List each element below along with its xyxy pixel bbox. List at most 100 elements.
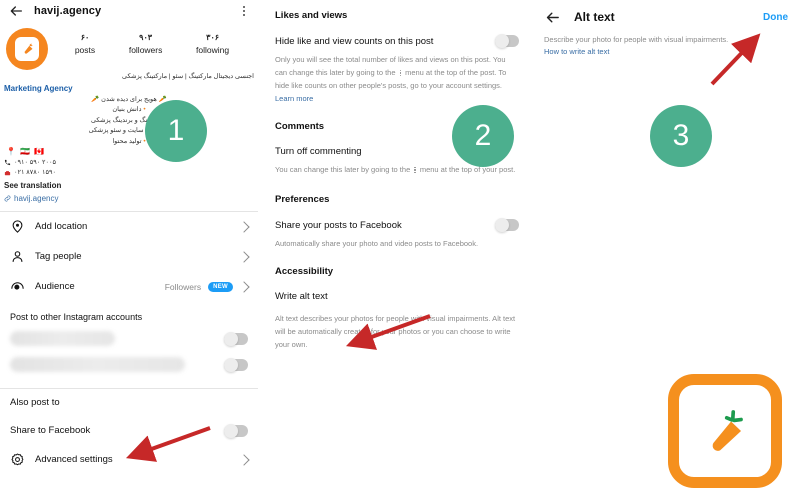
bio-phone-text: ۰۲۱ ۸۷۸۰ ۱۵۹۰	[14, 169, 57, 176]
commenting-description-b: menu at the top of your post.	[419, 165, 516, 174]
bio-phone-primary: ۰۹۱۰ ۵۹۰ ۲۰۰۵	[4, 158, 254, 169]
stat-posts[interactable]: ۶۰ posts	[75, 32, 95, 56]
kebab-menu-icon	[414, 166, 416, 174]
new-badge: NEW	[208, 281, 233, 292]
account-toggle[interactable]	[224, 357, 248, 372]
also-post-to-title: Also post to	[0, 389, 258, 417]
bio-phone-secondary: ۰۲۱ ۸۷۸۰ ۱۵۹۰	[4, 168, 254, 179]
accessibility-heading: Accessibility	[275, 266, 334, 277]
profile-bio: اجنسی دیجیتال مارکتینگ | سئو | مارکتینگ …	[0, 70, 258, 205]
other-accounts-title: Post to other Instagram accounts	[10, 311, 143, 322]
step-badge-2: 2	[452, 105, 514, 167]
alt-text-title: Alt text	[574, 10, 615, 24]
bio-bullet-item: • تولید محتوا	[112, 137, 146, 145]
bio-bullet-text: تولید محتوا	[112, 137, 142, 145]
row-add-location[interactable]: Add location	[0, 212, 258, 242]
row-write-alt-text[interactable]: Write alt text	[275, 291, 519, 302]
step-badge-1: 1	[145, 100, 207, 162]
arrow-left-icon[interactable]	[544, 9, 560, 25]
profile-link[interactable]: havij.agency	[4, 192, 254, 205]
phone-icon	[4, 160, 11, 166]
link-icon	[4, 195, 11, 201]
see-translation-link[interactable]: See translation	[4, 179, 254, 192]
learn-more-link[interactable]: Learn more	[275, 94, 519, 103]
preferences-heading: Preferences	[275, 194, 330, 205]
stat-label: posts	[74, 45, 96, 55]
arrow-left-icon[interactable]	[8, 3, 24, 19]
bio-bullet-item: • طراحی سایت و سئو پزشکی	[4, 126, 254, 137]
share-facebook-toggle[interactable]	[224, 423, 248, 438]
stat-number: ۶۰	[80, 33, 90, 42]
share-facebook-label: Share to Facebook	[10, 425, 91, 436]
redacted-account-name	[10, 357, 185, 372]
row-right	[238, 250, 250, 263]
stat-number: ۳۰۶	[206, 33, 220, 42]
annotation-arrow-done	[710, 33, 761, 86]
bio-tagline: 🥕 هویج برای دیده شدن 🥕	[91, 95, 167, 103]
telephone-icon	[4, 170, 11, 175]
blurred-account-row[interactable]	[0, 326, 258, 352]
bio-flags: 📍 🇮🇷 🇨🇦	[6, 147, 46, 156]
audience-icon	[10, 279, 25, 294]
share-posts-fb-label: Share your posts to Facebook	[275, 219, 402, 231]
write-alt-text-label: Write alt text	[275, 291, 328, 302]
bio-bullet-item: • مارکتینگ و برندینگ پزشکی	[4, 116, 254, 127]
stat-label: following	[196, 45, 230, 55]
bio-bullet-item: • دانش بنیان	[112, 106, 146, 113]
bio-category: Marketing Agency	[4, 83, 73, 93]
turn-off-commenting-label: Turn off commenting	[275, 146, 362, 157]
row-right	[238, 220, 250, 233]
advanced-settings-label: Advanced settings	[35, 454, 113, 465]
profile-header: ۶۰ posts ۹۰۳ followers ۳۰۶ following	[0, 22, 258, 70]
profile-link-text: havij.agency	[14, 193, 59, 203]
bio-headline: اجنسی دیجیتال مارکتینگ | سئو | مارکتینگ …	[122, 73, 254, 80]
account-toggle[interactable]	[224, 331, 248, 346]
stat-following[interactable]: ۳۰۶ following	[196, 32, 229, 56]
profile-stats: ۶۰ posts ۹۰۳ followers ۳۰۶ following	[48, 26, 252, 56]
chevron-right-icon	[238, 453, 250, 466]
bio-phone-text: ۰۹۱۰ ۵۹۰ ۲۰۰۵	[14, 158, 57, 166]
row-label: Tag people	[35, 251, 82, 262]
done-button[interactable]: Done	[763, 12, 788, 23]
row-tag-people[interactable]: Tag people	[0, 242, 258, 272]
blurred-account-row[interactable]	[0, 352, 258, 378]
row-audience[interactable]: Audience Followers NEW	[0, 272, 258, 302]
hide-counts-label: Hide like and view counts on this post	[275, 35, 434, 47]
row-right	[238, 453, 250, 466]
panel1-topbar: havij.agency	[0, 0, 258, 22]
row-hide-like-counts[interactable]: Hide like and view counts on this post	[275, 34, 519, 48]
gear-icon	[10, 452, 25, 467]
row-label: Add location	[35, 221, 88, 232]
chevron-right-icon	[238, 280, 250, 293]
kebab-menu-icon[interactable]	[238, 4, 250, 18]
row-right: Followers NEW	[164, 280, 250, 293]
step-badge-3: 3	[650, 105, 712, 167]
stat-number: ۹۰۳	[139, 33, 153, 42]
stat-followers[interactable]: ۹۰۳ followers	[129, 32, 163, 56]
carrot-logo-watermark	[668, 374, 782, 488]
chevron-right-icon	[238, 220, 250, 233]
annotation-arrow-write-alt-text	[345, 314, 431, 350]
row-share-posts-to-facebook[interactable]: Share your posts to Facebook	[275, 218, 519, 232]
avatar-inner-mark	[15, 37, 39, 61]
share-posts-fb-toggle[interactable]	[495, 218, 519, 232]
bio-bullet-text: دانش بنیان	[112, 106, 142, 113]
chevron-right-icon	[238, 250, 250, 263]
screenshot-stage: havij.agency ۶۰ posts ۹۰۳ followers ۳۰۶ …	[0, 0, 800, 500]
panel2-content: Likes and views Hide like and view count…	[266, 0, 528, 351]
person-icon	[10, 249, 25, 264]
hide-counts-toggle[interactable]	[495, 34, 519, 48]
share-posts-fb-description: Automatically share your photo and video…	[275, 239, 479, 248]
redacted-account-name	[10, 331, 115, 346]
row-label: Audience	[35, 281, 75, 292]
page-title: havij.agency	[34, 5, 102, 17]
carrot-logo-avatar[interactable]	[6, 28, 48, 70]
panel-advanced-settings: Likes and views Hide like and view count…	[266, 0, 528, 500]
also-post-to-label: Also post to	[10, 397, 60, 408]
audience-value: Followers	[164, 281, 202, 292]
stat-label: followers	[128, 45, 163, 55]
hide-counts-description: Only you will see the total number of li…	[275, 53, 519, 92]
carrot-icon	[712, 410, 743, 451]
commenting-description-a: You can change this later by going to th…	[275, 165, 411, 174]
likes-and-views-heading: Likes and views	[275, 10, 348, 21]
